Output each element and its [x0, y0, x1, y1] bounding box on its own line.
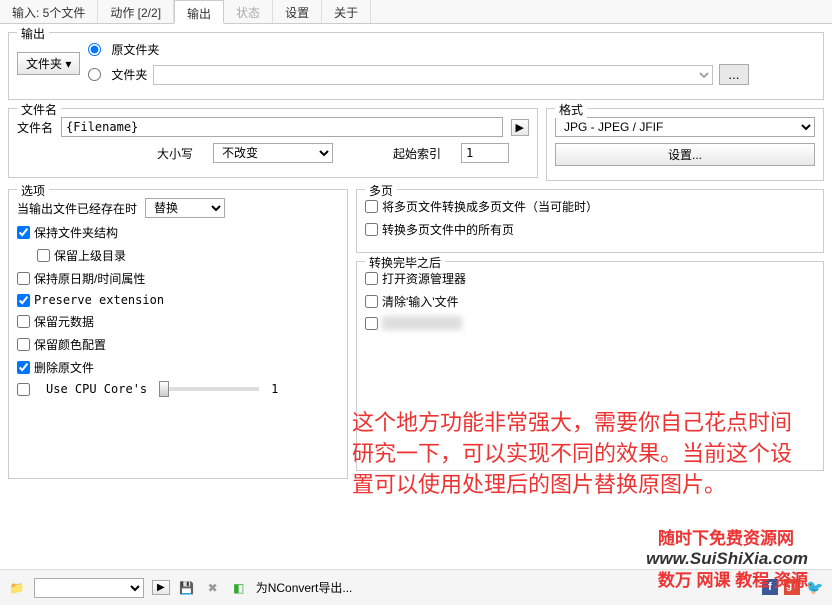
options-fieldset: 选项 当输出文件已经存在时 替换 保持文件夹结构 保留上级目录 保持原日期/时间…	[8, 189, 348, 479]
format-settings-button[interactable]: 设置...	[555, 143, 815, 166]
multipage-fieldset: 多页 将多页文件转换成多页文件（当可能时） 转换多页文件中的所有页	[356, 189, 824, 253]
multipage-fieldset-label: 多页	[365, 182, 397, 199]
open-explorer-label[interactable]: 打开资源管理器	[382, 270, 466, 287]
output-label: 输出	[17, 25, 49, 42]
filename-input[interactable]	[61, 117, 503, 137]
annotation-text: 这个地方功能非常强大，需要你自己花点时间研究一下，可以实现不同的效果。当前这个设…	[352, 408, 812, 500]
tab-actions[interactable]: 动作 [2/2]	[98, 0, 174, 23]
tab-status[interactable]: 状态	[224, 0, 273, 23]
tab-output[interactable]: 输出	[174, 0, 224, 24]
options-fieldset-label: 选项	[17, 182, 49, 199]
save-icon[interactable]: 💾	[178, 579, 196, 597]
delete-original-checkbox[interactable]	[17, 361, 30, 374]
watermark-3: 数万 网课 教程 资源	[658, 566, 808, 591]
preset-select[interactable]	[34, 578, 144, 598]
preserve-ext-label[interactable]: Preserve extension	[34, 293, 164, 307]
folder-path-select[interactable]	[153, 65, 713, 85]
convert-all-pages-checkbox[interactable]	[365, 223, 378, 236]
format-fieldset: 格式 JPG - JPEG / JFIF 设置...	[546, 108, 824, 181]
keep-date-label[interactable]: 保持原日期/时间属性	[34, 270, 145, 287]
convert-multi-label[interactable]: 将多页文件转换成多页文件（当可能时）	[382, 198, 598, 215]
keep-color-label[interactable]: 保留颜色配置	[34, 336, 106, 353]
format-fieldset-label: 格式	[555, 101, 587, 118]
keep-parent-dir-checkbox[interactable]	[37, 249, 50, 262]
use-cores-checkbox[interactable]	[17, 383, 30, 396]
exists-label: 当输出文件已经存在时	[17, 200, 137, 217]
hidden-option-checkbox[interactable]	[365, 317, 378, 330]
chevron-down-icon: ▾	[65, 57, 71, 71]
cores-value: 1	[271, 382, 278, 396]
tab-input[interactable]: 输入: 5个文件	[0, 0, 98, 23]
convert-multi-checkbox[interactable]	[365, 200, 378, 213]
tab-bar: 输入: 5个文件 动作 [2/2] 输出 状态 设置 关于	[0, 0, 832, 24]
filename-template-button[interactable]: ▶	[511, 119, 529, 136]
twitter-icon[interactable]: 🐦	[806, 579, 824, 597]
keep-color-checkbox[interactable]	[17, 338, 30, 351]
filename-fieldset-label: 文件名	[17, 101, 61, 118]
preserve-ext-checkbox[interactable]	[17, 294, 30, 307]
delete-icon[interactable]: ✖	[204, 579, 222, 597]
filename-fieldset: 文件名 文件名 ▶ 大小写 不改变 起始索引	[8, 108, 538, 178]
convert-all-pages-label[interactable]: 转换多页文件中的所有页	[382, 221, 514, 238]
startindex-input[interactable]	[461, 143, 509, 163]
filename-label: 文件名	[17, 119, 53, 136]
hidden-option-label[interactable]	[382, 316, 462, 330]
clear-input-label[interactable]: 清除'输入'文件	[382, 293, 459, 310]
keep-folder-structure-checkbox[interactable]	[17, 226, 30, 239]
after-fieldset-label: 转换完毕之后	[365, 254, 445, 271]
use-cores-label[interactable]: Use CPU Core's	[46, 382, 147, 396]
cores-slider[interactable]	[159, 387, 259, 391]
radio-original-folder[interactable]	[88, 43, 101, 56]
keep-meta-label[interactable]: 保留元数据	[34, 313, 94, 330]
radio-custom-folder[interactable]	[88, 68, 101, 81]
case-select[interactable]: 不改变	[213, 143, 333, 163]
browse-folder-button[interactable]: ...	[719, 64, 748, 85]
keep-date-checkbox[interactable]	[17, 272, 30, 285]
nconvert-icon: ◧	[230, 579, 248, 597]
output-fieldset: 输出 文件夹 ▾ 原文件夹 文件夹 ...	[8, 32, 824, 100]
startindex-label: 起始索引	[393, 145, 441, 162]
keep-folder-structure-label[interactable]: 保持文件夹结构	[34, 224, 118, 241]
delete-original-label[interactable]: 删除原文件	[34, 359, 94, 376]
tab-settings[interactable]: 设置	[273, 0, 322, 23]
folder-dropdown-button[interactable]: 文件夹 ▾	[17, 52, 80, 75]
exists-action-select[interactable]: 替换	[145, 198, 225, 218]
preset-play-button[interactable]: ▶	[152, 580, 170, 595]
keep-parent-dir-label[interactable]: 保留上级目录	[54, 247, 126, 264]
folder-icon[interactable]: 📁	[8, 579, 26, 597]
radio-custom-folder-label[interactable]: 文件夹	[111, 66, 147, 83]
keep-meta-checkbox[interactable]	[17, 315, 30, 328]
nconvert-export-label[interactable]: 为NConvert导出...	[256, 579, 353, 596]
case-label: 大小写	[157, 145, 193, 162]
clear-input-checkbox[interactable]	[365, 295, 378, 308]
format-select[interactable]: JPG - JPEG / JFIF	[555, 117, 815, 137]
open-explorer-checkbox[interactable]	[365, 272, 378, 285]
tab-about[interactable]: 关于	[322, 0, 371, 23]
watermark-1: 随时下免费资源网	[658, 524, 794, 549]
slider-thumb[interactable]	[159, 381, 169, 397]
radio-original-folder-label[interactable]: 原文件夹	[111, 41, 159, 58]
